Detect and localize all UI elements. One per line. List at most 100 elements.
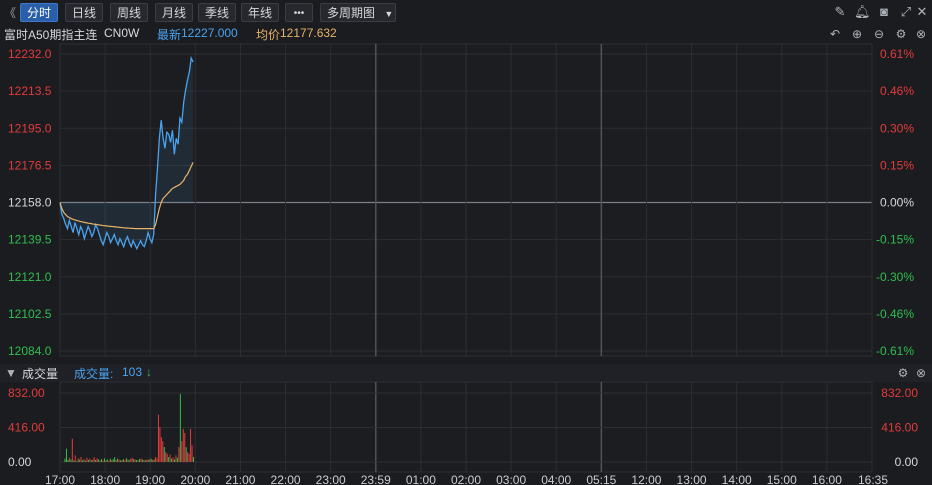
- volume-bar: [179, 393, 181, 462]
- time-tick-label: 04:00: [541, 473, 571, 485]
- volume-bar: [117, 458, 119, 462]
- fullscreen-icon[interactable]: ⤢: [898, 4, 914, 20]
- volume-bar: [165, 452, 167, 462]
- volume-bar: [121, 459, 123, 462]
- time-tick-label: 19:00: [135, 473, 165, 485]
- volume-bar: [119, 460, 122, 462]
- more-button[interactable]: •••: [285, 3, 313, 22]
- price-tick-label: 12139.5: [8, 233, 52, 247]
- percent-tick-label: -0.15%: [876, 233, 914, 247]
- time-tick-label: 02:00: [451, 473, 481, 485]
- tab-weekly[interactable]: 周线: [110, 3, 148, 22]
- volume-bar: [71, 438, 73, 462]
- time-tick-label: 21:00: [225, 473, 255, 485]
- volume-bar: [184, 432, 186, 462]
- close-icon[interactable]: ✕: [914, 4, 930, 20]
- volume-bar: [146, 459, 148, 462]
- volume-bar: [111, 459, 113, 462]
- volume-panel-frame: [59, 381, 873, 473]
- multi-period-label: 多周期图: [327, 6, 376, 20]
- volume-bar: [178, 447, 180, 462]
- percent-tick-label: 0.61%: [880, 47, 914, 61]
- collapse-arrow-icon[interactable]: 《: [4, 4, 16, 21]
- zoom-out-icon[interactable]: ⊖: [872, 27, 886, 41]
- time-tick-label: 23:00: [316, 473, 346, 485]
- volume-bar: [160, 437, 162, 462]
- tab-daily[interactable]: 日线: [65, 3, 103, 22]
- time-tick-label: 01:00: [406, 473, 436, 485]
- price-tick-label: 12084.0: [8, 344, 52, 358]
- volume-bar: [185, 447, 187, 462]
- volume-bar: [134, 459, 136, 462]
- tab-monthly[interactable]: 月线: [155, 3, 193, 22]
- volume-bar: [171, 458, 173, 462]
- volume-settings-icon[interactable]: ⚙: [896, 366, 910, 380]
- average-price-line: [59, 162, 194, 230]
- volume-bar: [182, 428, 184, 462]
- volume-bar: [156, 458, 158, 462]
- volume-bar: [73, 460, 75, 462]
- volume-bar: [155, 457, 157, 462]
- volume-bar: [67, 459, 69, 462]
- volume-bar: [114, 457, 116, 462]
- volume-bar: [93, 457, 95, 462]
- price-area-fill: [60, 58, 194, 249]
- price-tick-label: 12213.5: [8, 84, 52, 98]
- bell-icon[interactable]: 🔔︎: [854, 4, 871, 20]
- pencil-icon[interactable]: ✎: [832, 4, 848, 20]
- volume-bar: [159, 427, 161, 462]
- multi-period-dropdown[interactable]: 多周期图 ▼: [320, 3, 396, 22]
- avg-label: 均价: [256, 28, 281, 42]
- tab-intraday[interactable]: 分时: [20, 3, 58, 22]
- volume-bar: [84, 460, 86, 462]
- volume-bar: [77, 458, 79, 462]
- volume-bar: [181, 441, 183, 462]
- volume-bar: [127, 459, 129, 462]
- settings-icon[interactable]: ⚙: [894, 27, 908, 41]
- volume-bar: [99, 460, 101, 462]
- volume-header: ▼ 成交量 成交量: 103 ↓ ⚙ ⊗: [0, 364, 932, 382]
- time-tick-label: 16:00: [812, 473, 842, 485]
- instrument-name: 富时A50期指主连: [4, 28, 98, 42]
- tab-quarterly[interactable]: 季线: [198, 3, 236, 22]
- time-tick-label: 03:00: [496, 473, 526, 485]
- volume-bar: [74, 455, 76, 462]
- volume-close-icon[interactable]: ⊗: [914, 366, 928, 380]
- volume-bar: [137, 460, 139, 462]
- volume-bar: [118, 459, 120, 462]
- camera-icon[interactable]: ◙: [876, 4, 892, 20]
- volume-bar: [140, 458, 142, 462]
- volume-label: 成交量: [22, 367, 59, 381]
- time-tick-label: 16:35: [858, 473, 888, 485]
- volume-bar: [131, 457, 133, 462]
- volume-bar: [89, 458, 91, 462]
- down-arrow-icon: ↓: [146, 365, 152, 379]
- instrument-code: CN0W: [104, 26, 140, 40]
- latest-label: 最新: [157, 28, 182, 42]
- chart-area[interactable]: 12232.0 12213.5 12195.0 12176.5 12158.0 12139…: [0, 0, 932, 485]
- volume-bar: [105, 460, 107, 462]
- volume-tick-label: 0.00: [8, 455, 32, 469]
- percent-tick-label: -0.46%: [876, 307, 914, 321]
- volume-bar: [149, 459, 151, 462]
- volume-bar: [128, 459, 130, 462]
- volume-bar: [90, 460, 92, 462]
- volume-bar: [147, 459, 149, 462]
- collapse-down-icon[interactable]: ▼: [4, 366, 18, 380]
- undo-icon[interactable]: ↶: [828, 27, 842, 41]
- price-line: [59, 55, 194, 251]
- zoom-in-icon[interactable]: ⊕: [850, 27, 864, 41]
- volume-bar: [125, 458, 127, 462]
- price-tick-label: 12176.5: [8, 158, 52, 172]
- time-tick-label: 14:00: [722, 473, 752, 485]
- percent-tick-label: 0.15%: [880, 158, 914, 172]
- tab-yearly[interactable]: 年线: [241, 3, 279, 22]
- time-tick-label: 20:00: [180, 473, 210, 485]
- avg-value: 12177.632: [280, 26, 337, 40]
- volume-bar: [68, 457, 70, 462]
- panel-close-icon[interactable]: ⊗: [914, 27, 928, 41]
- volume-bar: [143, 459, 145, 462]
- volume-metric-label: 成交量:: [74, 367, 114, 381]
- price-tick-label: 12102.5: [8, 307, 52, 321]
- volume-bar: [124, 460, 126, 462]
